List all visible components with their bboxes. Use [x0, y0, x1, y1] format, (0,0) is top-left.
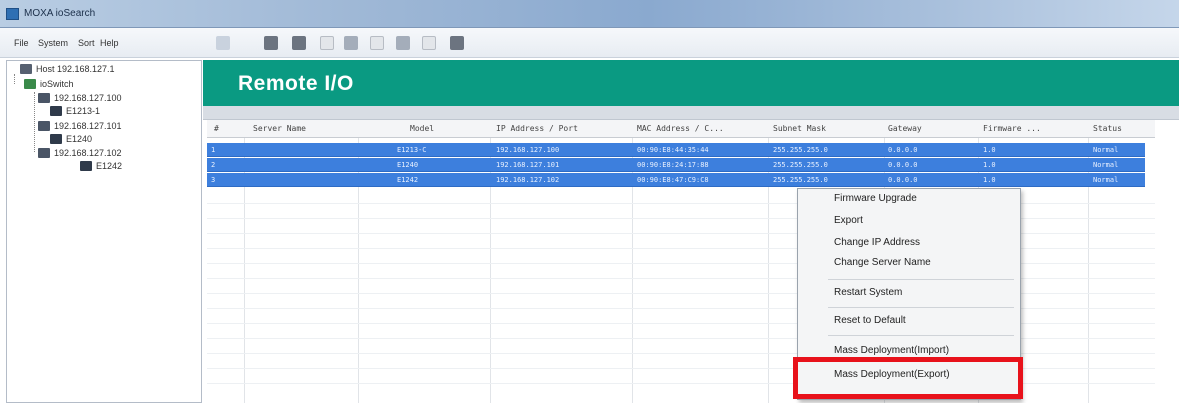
page-title: Remote I/O [238, 72, 354, 95]
title-bar: MOXA ioSearch [0, 0, 1179, 28]
cell-subnet: 255.255.255.0 [773, 146, 828, 154]
tree-item-ip-102[interactable]: 192.168.127.102 [54, 148, 122, 158]
settings-icon[interactable] [422, 36, 436, 50]
menu-item-firmware-upgrade[interactable]: Firmware Upgrade [834, 193, 917, 204]
tree-item-host[interactable]: Host 192.168.127.1 [36, 64, 115, 74]
menu-bar: File System Sort Help [0, 28, 1179, 58]
column-header-firmware[interactable]: Firmware ... [983, 124, 1083, 133]
tree-connector [34, 92, 35, 152]
column-header-server-name[interactable]: Server Name [253, 124, 353, 133]
cell-ip: 192.168.127.100 [496, 146, 560, 154]
cell-index: 1 [211, 146, 216, 154]
column-header-status[interactable]: Status [1093, 124, 1153, 133]
menu-item-reset-default[interactable]: Reset to Default [834, 315, 906, 326]
tree-item-switch[interactable]: ioSwitch [40, 79, 74, 89]
cell-index: 2 [211, 161, 216, 169]
monitor-icon[interactable] [370, 36, 384, 50]
server-node-icon [38, 93, 50, 103]
cell-ip: 192.168.127.101 [496, 161, 560, 169]
menu-separator [828, 307, 1014, 308]
tree-item-ip-100[interactable]: 192.168.127.100 [54, 93, 122, 103]
window-title: MOXA ioSearch [24, 8, 96, 19]
cell-gateway: 0.0.0.0 [888, 176, 918, 184]
tree-item-ip-101[interactable]: 192.168.127.101 [54, 121, 122, 131]
wrench-icon[interactable] [320, 36, 334, 50]
cell-status: Normal [1093, 161, 1119, 169]
cell-status: Normal [1093, 176, 1119, 184]
panel-divider [203, 106, 1179, 120]
server-node-icon [38, 121, 50, 131]
column-header-index[interactable]: # [214, 124, 242, 133]
cell-mac: 00:90:E8:44:35:44 [637, 146, 709, 154]
menu-sort[interactable]: Sort [78, 38, 95, 48]
tree-item-device-e1213[interactable]: E1213-1 [66, 106, 100, 116]
menu-separator [828, 279, 1014, 280]
column-header-gateway[interactable]: Gateway [888, 124, 968, 133]
menu-separator [828, 335, 1014, 336]
tree-item-device-e1240[interactable]: E1240 [66, 134, 92, 144]
device-tree [6, 60, 202, 403]
cell-model: E1213-C [397, 146, 427, 154]
tree-item-device-e1242[interactable]: E1242 [96, 161, 122, 171]
cell-subnet: 255.255.255.0 [773, 161, 828, 169]
menu-system[interactable]: System [38, 38, 68, 48]
cell-firmware: 1.0 [983, 176, 996, 184]
table-header: # Server Name Model IP Address / Port MA… [207, 120, 1155, 138]
cell-gateway: 0.0.0.0 [888, 161, 918, 169]
device-dark-icon[interactable] [292, 36, 306, 50]
menu-help[interactable]: Help [100, 38, 119, 48]
menu-item-change-ip[interactable]: Change IP Address [834, 237, 920, 248]
upload-icon[interactable] [396, 36, 410, 50]
switch-icon [24, 79, 36, 89]
highlight-annotation [793, 357, 1023, 399]
cell-gateway: 0.0.0.0 [888, 146, 918, 154]
cell-model: E1240 [397, 161, 419, 169]
cell-mac: 00:90:E8:47:C9:C8 [637, 176, 709, 184]
menu-item-restart-system[interactable]: Restart System [834, 287, 902, 298]
server-icon[interactable] [450, 36, 464, 50]
cell-ip: 192.168.127.102 [496, 176, 560, 184]
table-row[interactable]: 2 E1240 192.168.127.101 00:90:E8:24:17:8… [207, 158, 1145, 172]
io-device-icon [80, 161, 92, 171]
io-device-icon [50, 106, 62, 116]
menu-file[interactable]: File [14, 38, 29, 48]
cell-mac: 00:90:E8:24:17:88 [637, 161, 709, 169]
column-header-model[interactable]: Model [410, 124, 470, 133]
config-icon[interactable] [344, 36, 358, 50]
column-header-subnet[interactable]: Subnet Mask [773, 124, 883, 133]
cell-index: 3 [211, 176, 216, 184]
tree-connector [14, 74, 15, 84]
table-row[interactable]: 1 E1213-C 192.168.127.100 00:90:E8:44:35… [207, 143, 1145, 157]
device-icon[interactable] [264, 36, 278, 50]
menu-item-change-server-name[interactable]: Change Server Name [834, 257, 931, 268]
column-header-mac[interactable]: MAC Address / C... [637, 124, 767, 133]
cell-subnet: 255.255.255.0 [773, 176, 828, 184]
cell-status: Normal [1093, 146, 1119, 154]
menu-item-export[interactable]: Export [834, 215, 863, 226]
back-icon[interactable] [216, 36, 230, 50]
app-icon [6, 8, 19, 20]
table-row[interactable]: 3 E1242 192.168.127.102 00:90:E8:47:C9:C… [207, 173, 1145, 187]
menu-item-mass-deployment-import[interactable]: Mass Deployment(Import) [834, 345, 949, 356]
cell-firmware: 1.0 [983, 161, 996, 169]
column-header-ip[interactable]: IP Address / Port [496, 124, 626, 133]
cell-model: E1242 [397, 176, 419, 184]
cell-firmware: 1.0 [983, 146, 996, 154]
io-device-icon [50, 134, 62, 144]
host-icon [20, 64, 32, 74]
server-node-icon [38, 148, 50, 158]
